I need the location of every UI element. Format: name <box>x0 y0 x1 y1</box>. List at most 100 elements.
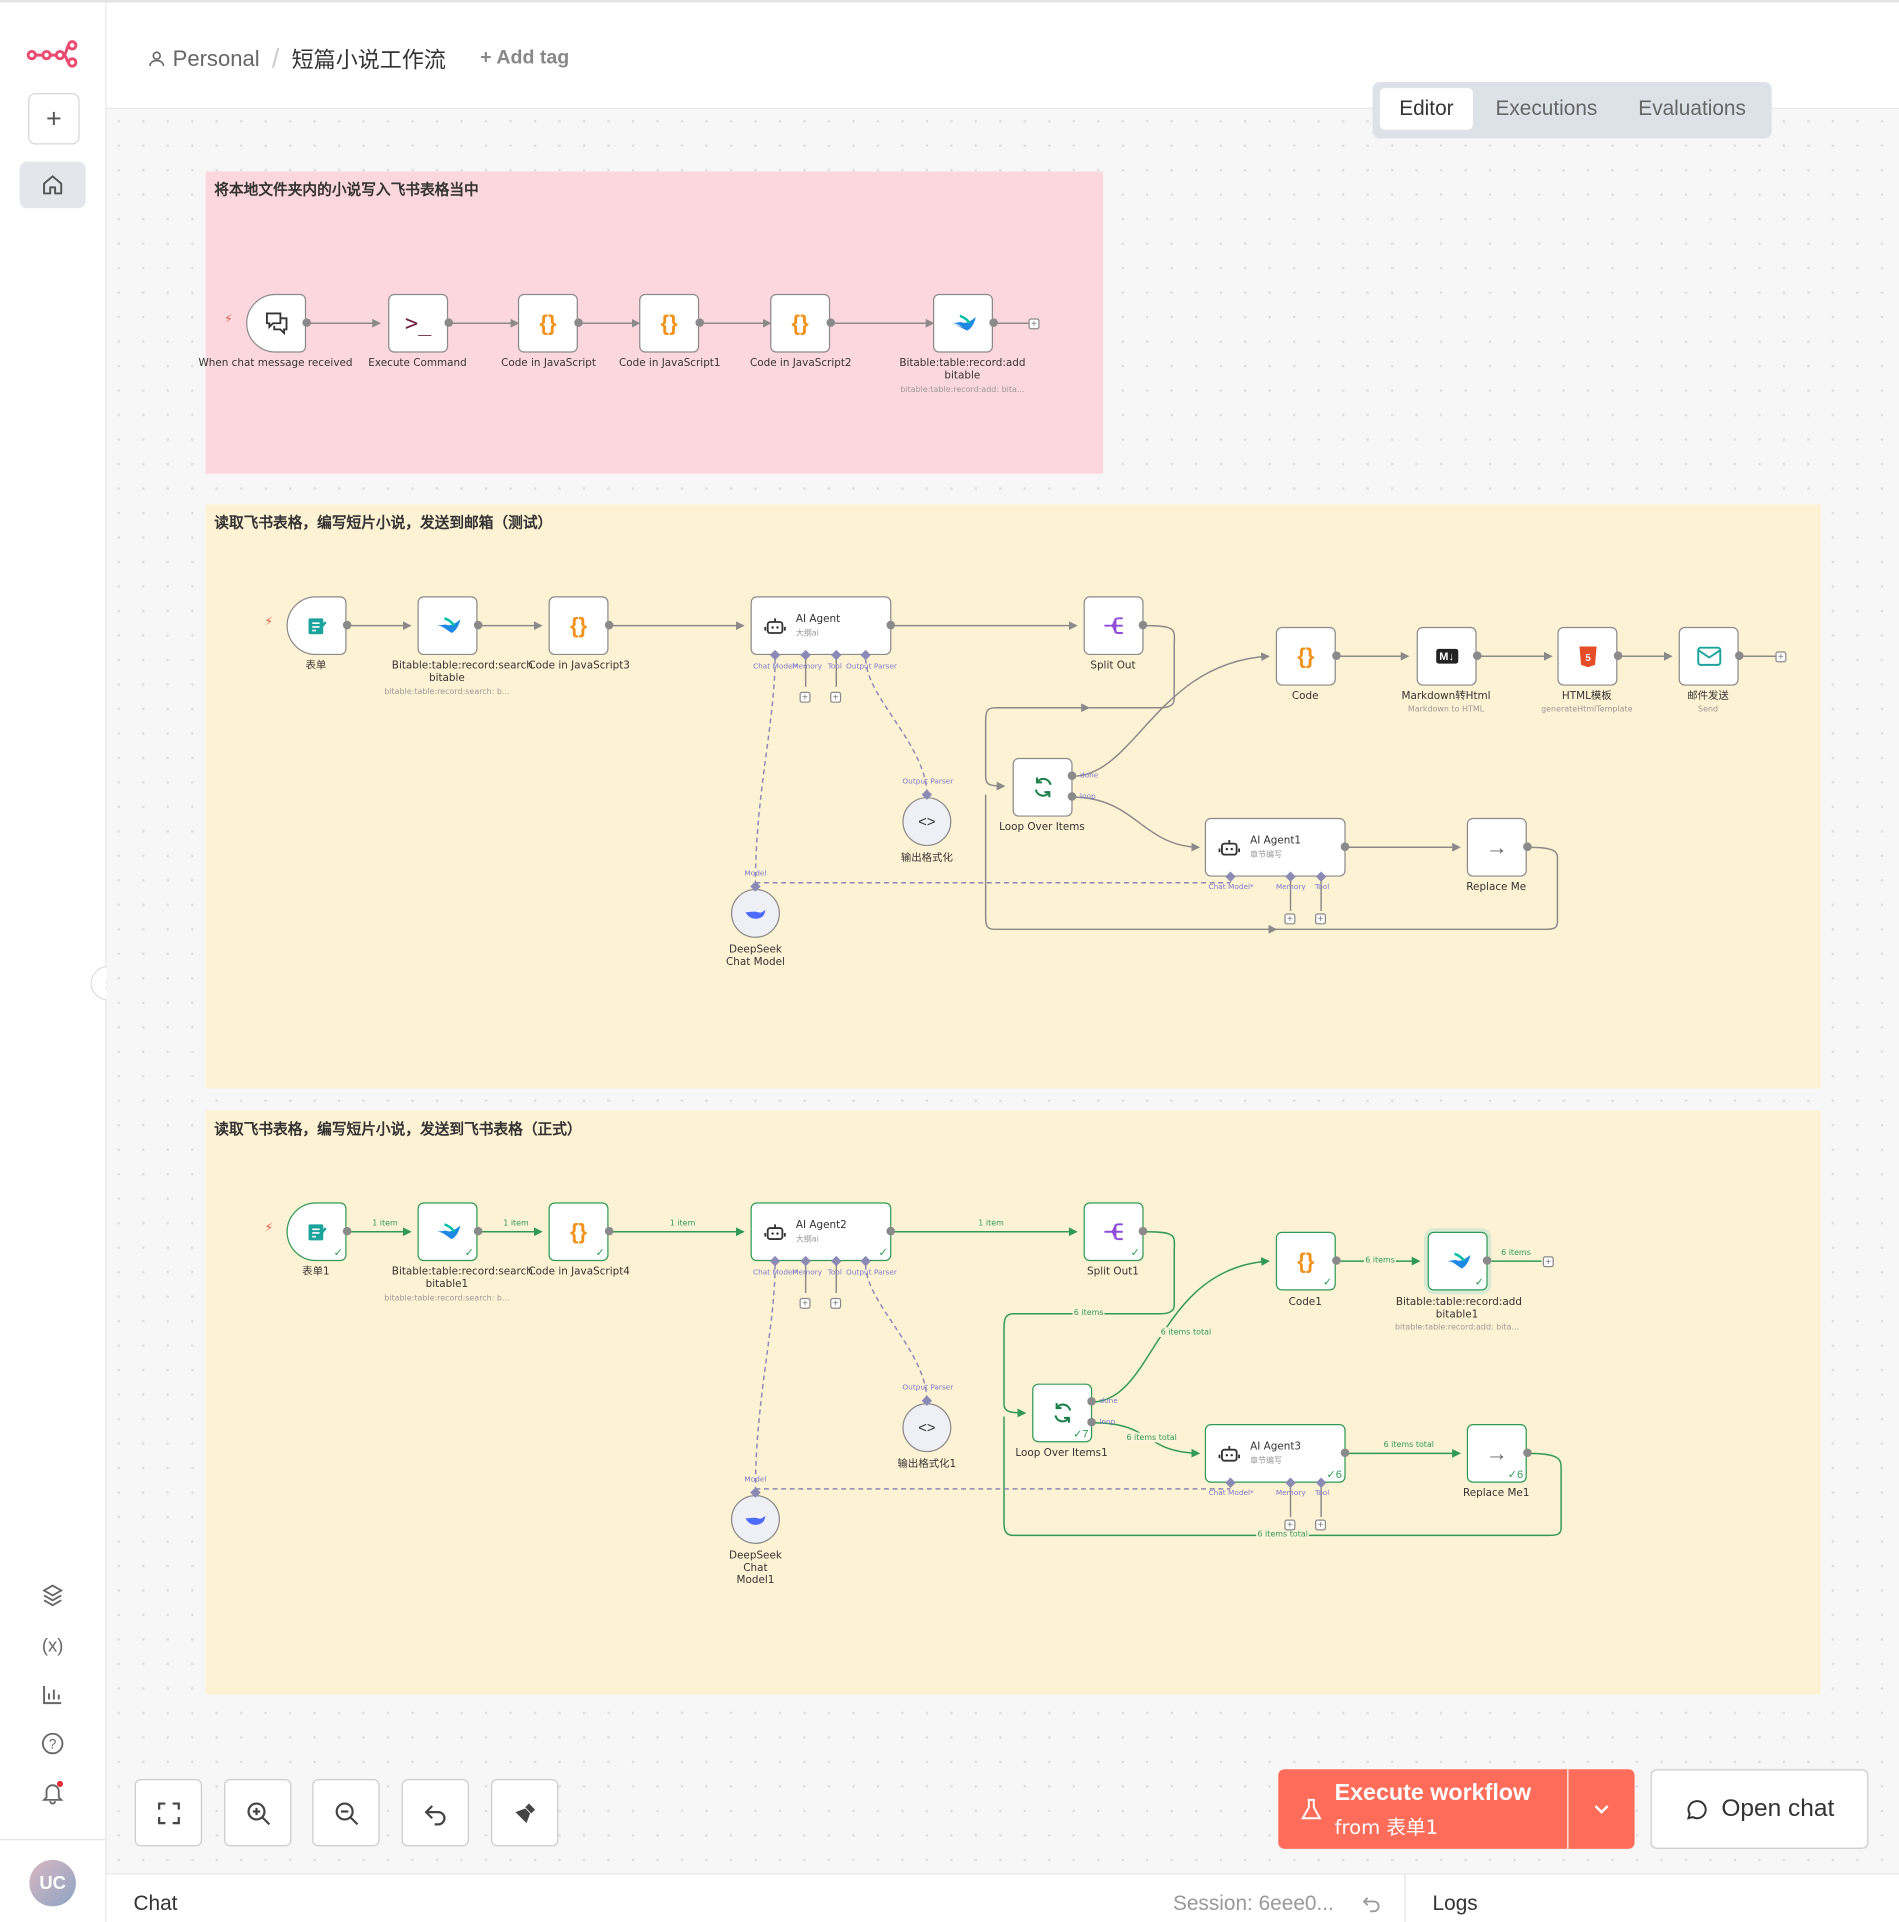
replace-me-node[interactable]: → ✓6 <box>1466 1423 1527 1483</box>
bitable-node[interactable] <box>932 293 993 353</box>
code-node[interactable]: {} ✓ <box>548 1202 609 1262</box>
tidy-up-button[interactable] <box>490 1779 559 1847</box>
code-node[interactable]: {} <box>517 293 578 353</box>
add-tool-button[interactable]: + <box>1315 1519 1327 1531</box>
output-port[interactable] <box>1332 651 1341 660</box>
insights-icon[interactable] <box>37 1679 69 1711</box>
code-node[interactable]: {} <box>548 596 609 656</box>
output-port[interactable] <box>444 318 454 327</box>
zoom-out-button[interactable] <box>312 1779 380 1847</box>
output-parser-node[interactable]: <> <box>902 1403 952 1453</box>
execute-workflow-button[interactable]: Execute workflow from 表单1 <box>1278 1769 1568 1849</box>
reset-session-icon[interactable] <box>1362 1894 1382 1914</box>
avatar[interactable]: UC <box>29 1859 76 1907</box>
output-port[interactable] <box>1138 620 1148 630</box>
ai-agent-node[interactable]: AI Agent3 章节编写 ✓6 <box>1204 1423 1346 1483</box>
add-tag-button[interactable]: + Add tag <box>480 48 569 70</box>
logs-panel-title[interactable]: Logs <box>1433 1892 1478 1916</box>
output-port[interactable] <box>1067 771 1077 780</box>
variables-icon[interactable]: (x) <box>37 1630 69 1662</box>
workflow-canvas[interactable]: Editor Executions Evaluations 将本地文件夹内的小说… <box>106 82 1899 1874</box>
form-trigger-node[interactable] <box>286 596 347 656</box>
add-tool-button[interactable]: + <box>830 1297 842 1309</box>
bitable-search-node[interactable] <box>417 596 478 656</box>
output-port[interactable] <box>1734 651 1744 660</box>
output-port[interactable] <box>302 318 311 327</box>
bitable-add-node[interactable]: ✓ <box>1427 1231 1488 1291</box>
output-port[interactable] <box>1472 651 1482 660</box>
markdown-node[interactable]: M↓ <box>1416 626 1477 686</box>
output-port[interactable] <box>1067 792 1077 801</box>
split-out-node[interactable]: ✓ <box>1083 1202 1144 1262</box>
ai-agent-node[interactable]: AI Agent 大纲ai <box>750 596 892 656</box>
success-count: ✓7 <box>1073 1427 1089 1440</box>
add-tool-button[interactable]: + <box>830 691 842 703</box>
loop-node[interactable] <box>1012 757 1073 817</box>
code-node[interactable]: {} <box>770 293 831 353</box>
add-memory-button[interactable]: + <box>1284 913 1296 925</box>
execute-command-node[interactable]: >_ <box>388 293 449 353</box>
ai-agent-node[interactable]: AI Agent2 大纲ai ✓ <box>750 1202 892 1262</box>
html-node[interactable]: 5 <box>1557 626 1618 686</box>
replace-me-node[interactable]: → <box>1466 817 1527 877</box>
help-icon[interactable]: ? <box>37 1728 69 1760</box>
n8n-logo[interactable] <box>22 34 83 71</box>
output-port[interactable] <box>1087 1397 1096 1406</box>
add-tool-button[interactable]: + <box>1315 913 1327 925</box>
output-port[interactable] <box>826 318 836 327</box>
output-port[interactable] <box>1613 651 1623 660</box>
add-memory-button[interactable]: + <box>799 1297 811 1309</box>
code-node[interactable]: {} <box>639 293 700 353</box>
output-parser-node[interactable]: <> <box>902 797 952 847</box>
send-email-node[interactable] <box>1678 626 1739 686</box>
output-port[interactable] <box>1340 842 1350 851</box>
workflow-name[interactable]: 短篇小说工作流 <box>292 43 446 75</box>
chat-model-node[interactable] <box>730 1494 780 1544</box>
output-port[interactable] <box>1138 1226 1148 1236</box>
output-port[interactable] <box>604 1226 614 1236</box>
output-port[interactable] <box>1523 842 1532 851</box>
output-port[interactable] <box>1087 1417 1096 1427</box>
undo-button[interactable] <box>401 1779 469 1847</box>
output-port[interactable] <box>695 318 705 327</box>
add-memory-button[interactable]: + <box>1284 1519 1296 1531</box>
bitable-icon <box>436 617 460 634</box>
zoom-to-fit-button[interactable] <box>134 1779 203 1847</box>
execute-options-button[interactable] <box>1568 1769 1635 1849</box>
code-node[interactable]: {} <box>1275 626 1336 686</box>
code-node[interactable]: {} ✓ <box>1275 1231 1336 1291</box>
edge-count-label: 6 items total <box>1256 1529 1310 1540</box>
output-port[interactable] <box>1340 1448 1350 1458</box>
output-port[interactable] <box>1523 1448 1532 1458</box>
templates-icon[interactable] <box>37 1579 69 1611</box>
loop-node[interactable]: ✓7 <box>1032 1383 1093 1443</box>
form-trigger-node[interactable]: ✓ <box>286 1202 347 1262</box>
breadcrumb-project[interactable]: Personal <box>173 46 260 72</box>
output-port[interactable] <box>886 1226 896 1236</box>
notifications-icon[interactable] <box>37 1777 69 1809</box>
output-port[interactable] <box>574 318 583 327</box>
output-port[interactable] <box>342 1226 352 1236</box>
output-port[interactable] <box>473 1226 483 1236</box>
output-port[interactable] <box>886 620 896 630</box>
add-node-button[interactable]: + <box>1775 651 1787 663</box>
add-memory-button[interactable]: + <box>799 691 811 703</box>
chat-panel-title[interactable]: Chat <box>133 1892 177 1916</box>
add-button[interactable]: + <box>28 93 80 145</box>
output-port[interactable] <box>1482 1256 1492 1265</box>
output-port[interactable] <box>473 620 483 630</box>
add-node-button[interactable]: + <box>1028 318 1040 330</box>
split-out-node[interactable] <box>1083 596 1144 656</box>
add-node-button[interactable]: + <box>1542 1256 1554 1268</box>
output-port[interactable] <box>1332 1256 1341 1265</box>
bitable-search-node[interactable]: ✓ <box>417 1202 478 1262</box>
output-port[interactable] <box>989 318 998 327</box>
zoom-in-button[interactable] <box>224 1779 292 1847</box>
home-button[interactable] <box>19 161 86 209</box>
chat-trigger-node[interactable] <box>246 293 307 353</box>
output-port[interactable] <box>604 620 614 630</box>
chat-model-node[interactable] <box>730 888 780 938</box>
open-chat-button[interactable]: Open chat <box>1650 1769 1869 1849</box>
output-port[interactable] <box>342 620 352 630</box>
ai-agent-node[interactable]: AI Agent1 章节编写 <box>1204 817 1346 877</box>
